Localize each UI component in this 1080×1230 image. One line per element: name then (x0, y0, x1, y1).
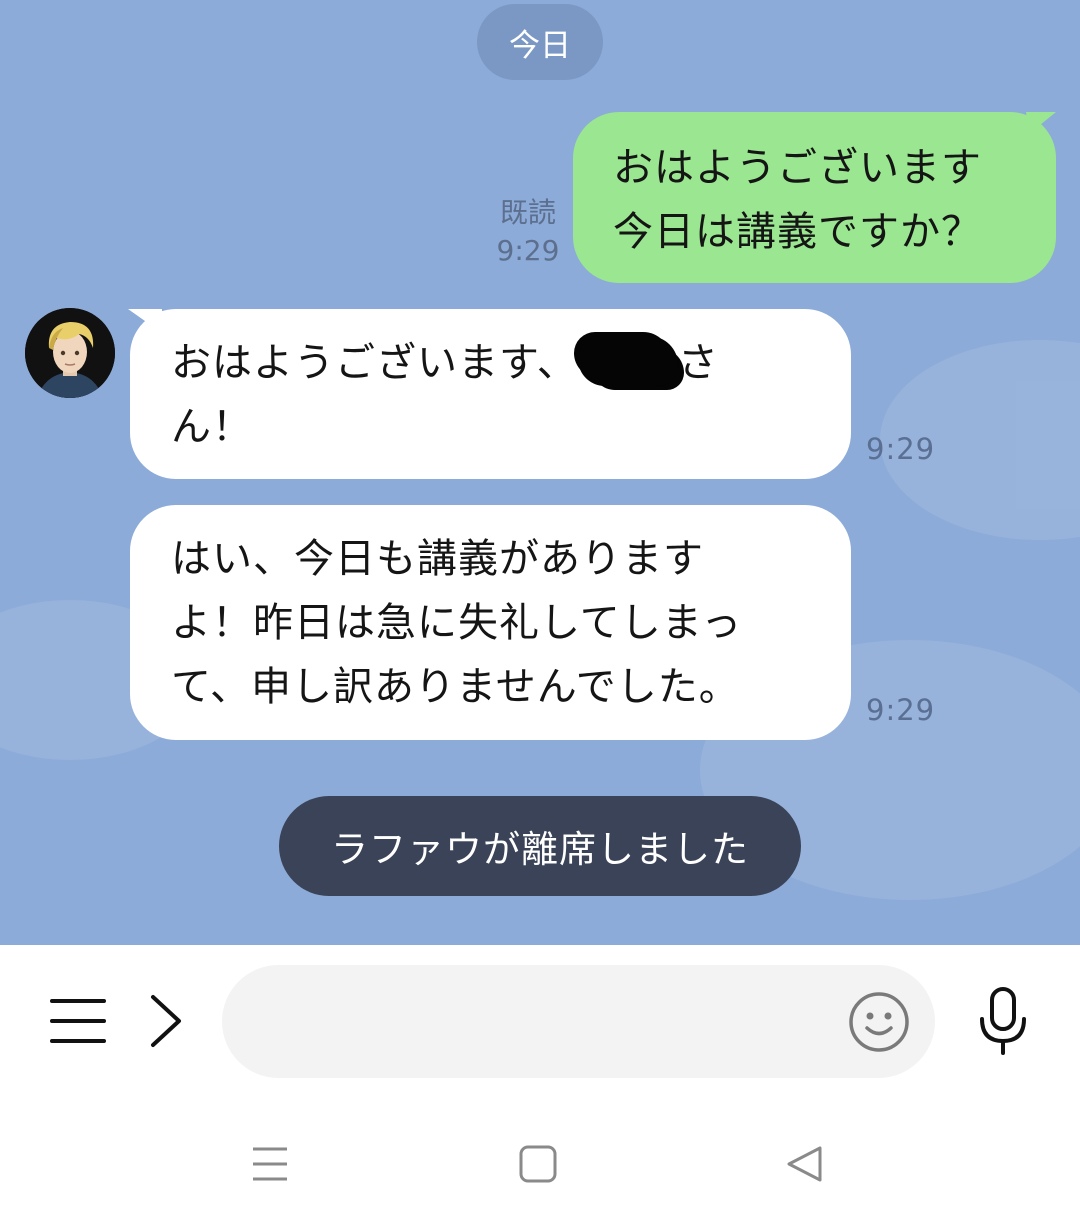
message-line: よ！昨日は急に失礼してしまっ (171, 600, 743, 646)
read-receipt: 既読 9:29 (490, 194, 566, 270)
home-icon[interactable] (516, 1143, 560, 1185)
microphone-icon[interactable] (972, 985, 1034, 1057)
input-bar (0, 945, 1080, 1230)
chat-area[interactable]: 今日 おはようございます 今日は講義ですか？ 既読 9:29 おはようございます… (0, 0, 1080, 945)
incoming-message-bubble[interactable]: おはようございます、 さ ん！ (130, 309, 851, 479)
message-line: おはようございます (613, 145, 982, 191)
message-time: 9:29 (496, 234, 560, 267)
chevron-right-icon[interactable] (140, 989, 190, 1053)
message-text: さ (677, 340, 719, 386)
message-line: て、申し訳ありませんでした。 (171, 664, 740, 710)
message-line: ん！ (171, 404, 253, 450)
message-time: 9:29 (866, 693, 936, 727)
smiley-icon[interactable] (846, 989, 912, 1055)
hamburger-menu-icon[interactable] (44, 989, 112, 1053)
outgoing-message-bubble[interactable]: おはようございます 今日は講義ですか？ (573, 112, 1056, 283)
redacted-name (577, 336, 678, 386)
date-separator: 今日 (477, 4, 603, 80)
avatar-portrait-icon (25, 308, 115, 398)
message-line: 今日は講義ですか？ (613, 209, 982, 255)
away-status-notice: ラファウが離席しました (279, 796, 801, 896)
message-text: おはようございます、 (171, 340, 578, 386)
message-time: 9:29 (866, 432, 936, 466)
message-line: おはようございます、 さ (171, 331, 831, 395)
incoming-message-bubble[interactable]: はい、今日も講義があります よ！昨日は急に失礼してしまっ て、申し訳ありませんで… (130, 505, 851, 740)
back-triangle-icon[interactable] (782, 1143, 826, 1185)
read-label: 既読 (499, 196, 556, 229)
recents-icon[interactable] (248, 1143, 292, 1185)
message-input[interactable] (222, 965, 935, 1078)
message-line: はい、今日も講義があります (171, 536, 704, 582)
contact-avatar[interactable] (25, 308, 115, 398)
